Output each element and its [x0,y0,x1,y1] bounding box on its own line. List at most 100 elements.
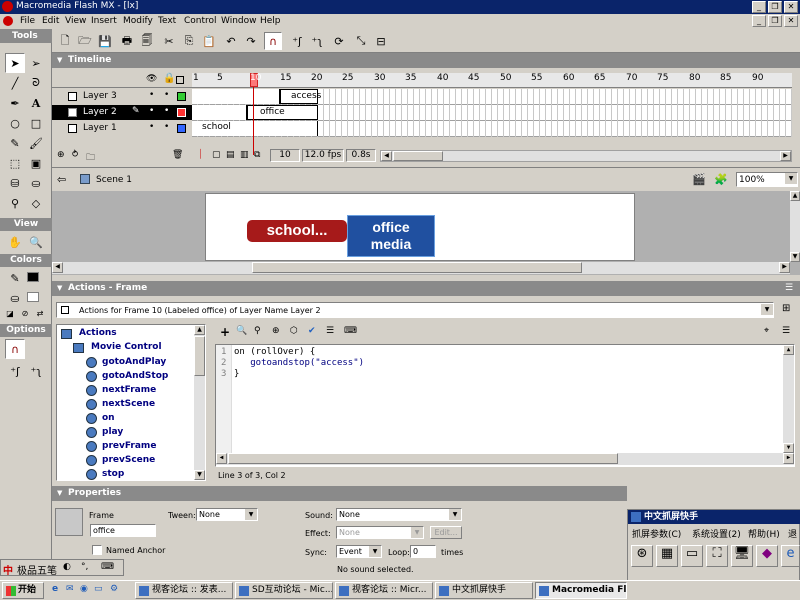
actions-target-select[interactable]: Actions for Frame 10 (Labeled office) of… [56,302,774,318]
keyframe-span[interactable]: access [280,89,321,104]
chevron-down-icon[interactable]: ▼ [785,173,797,184]
ime-halfwidth-icon[interactable]: ◐ [63,562,71,572]
timeline-hscroll[interactable]: ◀ ▶ [380,150,792,162]
chevron-down-icon[interactable]: ▼ [761,304,773,315]
pen-tool-icon[interactable]: ✒ [5,93,25,113]
named-anchor-checkbox[interactable] [92,545,102,555]
stroke-color-swatch[interactable] [27,272,39,282]
capture-ie-icon[interactable]: e [781,545,800,567]
eye-icon[interactable]: 👁 [146,74,157,84]
eyedropper-tool-icon[interactable]: ⚲ [5,193,25,213]
line-tool-icon[interactable]: ╱ [5,73,25,93]
taskbar-item-active[interactable]: Macromedia Flash ... [535,582,627,599]
lock-dot[interactable]: • [164,106,169,116]
quicklaunch-desktop-icon[interactable]: ▭ [94,584,103,594]
stage-vscroll[interactable]: ▲ ▼ [790,191,800,262]
delete-layer-icon[interactable]: 🗑 [172,150,183,160]
scroll-down-icon[interactable]: ▼ [194,470,205,480]
insert-target-path-icon[interactable]: ⊕ [272,326,280,336]
add-action-icon[interactable]: + [220,325,230,339]
chevron-down-icon[interactable]: ▼ [245,509,257,520]
quicklaunch-ie-icon[interactable]: e [52,584,58,594]
capture-edit-icon[interactable]: ◆ [756,545,778,567]
ime-punctuation-icon[interactable]: °, [81,562,88,572]
visibility-dot[interactable]: • [149,106,154,116]
visibility-dot[interactable]: • [149,122,154,132]
capture-window-icon[interactable]: ▦ [656,545,678,567]
find-icon[interactable]: 🔍 [236,326,247,336]
minimize-button[interactable]: _ [752,1,766,13]
scroll-thumb[interactable] [252,262,582,273]
show-code-hint-icon[interactable]: ⌨ [344,326,357,336]
keyframe-span[interactable] [192,105,247,120]
insert-layer-icon[interactable]: ⊕ [57,150,65,160]
visibility-dot[interactable]: • [149,90,154,100]
smooth-toolbar-icon[interactable]: ⁺ʃ [288,32,306,50]
align-icon[interactable]: ⊟ [372,32,390,50]
properties-header[interactable]: Properties [52,486,627,501]
menu-view[interactable]: View [65,16,86,26]
doc-close-button[interactable]: ✕ [784,15,798,27]
scroll-down-icon[interactable]: ▼ [783,443,794,453]
close-button[interactable]: ✕ [784,1,798,13]
school-button[interactable]: school... [247,220,347,242]
scroll-thumb[interactable] [228,453,618,464]
action-item[interactable]: stop [86,467,124,481]
frame-label-input[interactable]: office [90,524,156,537]
stage-hscroll[interactable]: ◀ ▶ [52,262,790,274]
keyframe-span[interactable]: school [192,121,318,136]
action-item[interactable]: gotoAndStop [86,369,168,383]
lasso-tool-icon[interactable]: ᘐ [26,73,46,93]
outline-icon[interactable] [176,76,184,84]
chevron-down-icon[interactable]: ▼ [449,509,461,520]
print-icon[interactable]: 🖶 [118,32,136,50]
scroll-up-icon[interactable]: ▲ [783,345,794,355]
add-guide-layer-icon[interactable]: ⥁ [72,150,78,160]
check-syntax-icon[interactable]: ✔ [308,326,316,336]
action-item[interactable]: play [86,425,123,439]
ime-keyboard-icon[interactable]: ⌨ [101,562,114,572]
scroll-right-icon[interactable]: ▶ [783,453,794,464]
brush-tool-icon[interactable]: 🖌 [26,133,46,153]
menu-window[interactable]: Window [221,16,257,26]
back-arrow-icon[interactable]: ⇦ [57,173,66,186]
smooth-icon[interactable]: ⁺ʃ [5,361,25,381]
menu-help[interactable]: Help [260,16,281,26]
capture-object-icon[interactable]: 🖥 [731,545,753,567]
oval-tool-icon[interactable]: ○ [5,113,25,133]
fill-transform-tool-icon[interactable]: ▣ [26,153,46,173]
straighten-icon[interactable]: ⁺ʅ [26,361,46,381]
scroll-left-icon[interactable]: ◀ [216,453,227,464]
actions-header[interactable]: Actions - Frame [52,281,800,296]
sync-select[interactable]: Event ▼ [336,545,382,558]
no-color-icon[interactable]: ⊘ [18,306,32,320]
panel-options-icon[interactable]: ☰ [785,283,793,293]
action-item[interactable]: nextScene [86,397,155,411]
cut-icon[interactable]: ✂ [160,32,178,50]
doc-minimize-button[interactable]: _ [752,15,766,27]
hand-tool-icon[interactable]: ✋ [5,232,25,252]
lock-dot[interactable]: • [164,122,169,132]
layer-color-box[interactable] [177,124,186,133]
menu-file[interactable]: File [20,16,35,26]
auto-format-icon[interactable]: ☰ [326,326,334,336]
taskbar-item[interactable]: 视客论坛 :: 发表... [135,582,233,599]
ime-name[interactable]: 极品五笔 [17,562,57,577]
frame-grid[interactable]: access office school [192,89,792,137]
quicklaunch-outlook-icon[interactable]: ✉ [66,584,74,594]
frame-ruler[interactable]: 1 5 10 15 20 25 30 35 40 45 50 55 60 65 … [192,73,792,88]
open-file-icon[interactable]: 🗁 [76,32,94,50]
subselect-tool-icon[interactable]: ➢ [26,53,46,73]
menu-insert[interactable]: Insert [91,16,117,26]
rectangle-tool-icon[interactable]: □ [26,113,46,133]
menu-modify[interactable]: Modify [123,16,153,26]
ime-logo-icon[interactable]: 中 [3,562,13,577]
layer-color-box[interactable] [177,92,186,101]
layer-row-selected[interactable]: Layer 2 ✎ • • [52,105,192,120]
action-item[interactable]: prevFrame [86,439,156,453]
action-item[interactable]: on [86,411,115,425]
taskbar-item[interactable]: SD互动论坛 - Mic... [235,582,333,599]
scroll-right-icon[interactable]: ▶ [779,262,790,273]
fill-color-swatch[interactable] [27,292,39,302]
copy-icon[interactable]: ⎘ [180,32,198,50]
